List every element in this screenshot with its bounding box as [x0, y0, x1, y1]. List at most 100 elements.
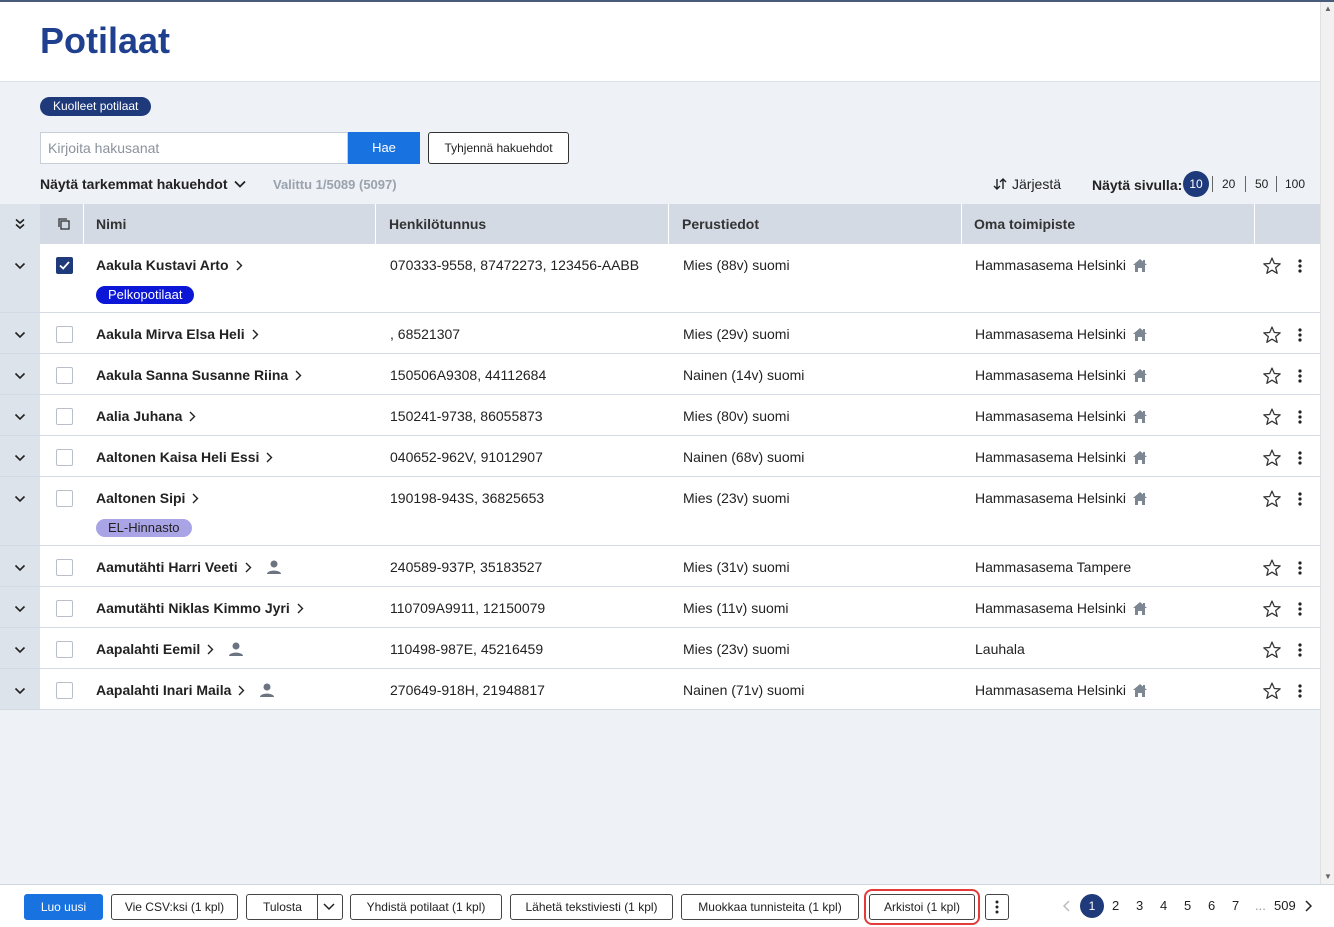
row-expand-button[interactable]: [0, 628, 40, 668]
table-row[interactable]: Aamutähti Niklas Kimmo Jyri 110709A9911, …: [0, 587, 1320, 628]
scroll-down-arrow-icon[interactable]: ▼: [1323, 872, 1333, 882]
prev-page-icon[interactable]: [1063, 900, 1071, 912]
column-header-office[interactable]: Oma toimipiste: [962, 204, 1255, 244]
row-expand-button[interactable]: [0, 587, 40, 627]
patient-name-link[interactable]: Aapalahti Eemil: [96, 641, 244, 657]
table-row[interactable]: Aalia Juhana 150241-9738, 86055873 Mies (8…: [0, 395, 1320, 436]
edit-tags-button[interactable]: Muokkaa tunnisteita (1 kpl): [681, 894, 859, 920]
row-more-icon[interactable]: [1294, 642, 1306, 658]
favorite-star-icon[interactable]: [1262, 489, 1282, 509]
favorite-star-icon[interactable]: [1262, 599, 1282, 619]
per-page-option-100[interactable]: 100: [1285, 177, 1305, 191]
vertical-scrollbar[interactable]: ▲ ▼: [1320, 2, 1334, 884]
patient-name-link[interactable]: Aaltonen Kaisa Heli Essi: [96, 449, 273, 465]
search-input[interactable]: [40, 132, 348, 164]
row-more-icon[interactable]: [1294, 491, 1306, 507]
page-last[interactable]: 509: [1274, 898, 1296, 913]
print-button[interactable]: Tulosta: [246, 894, 343, 920]
row-expand-button[interactable]: [0, 244, 40, 312]
row-expand-button[interactable]: [0, 395, 40, 435]
merge-patients-button[interactable]: Yhdistä potilaat (1 kpl): [350, 894, 502, 920]
favorite-star-icon[interactable]: [1262, 407, 1282, 427]
patient-name-link[interactable]: Aakula Kustavi Arto: [96, 257, 243, 273]
per-page-option-10[interactable]: 10: [1183, 171, 1209, 197]
sort-button[interactable]: Järjestä: [992, 176, 1061, 192]
row-expand-button[interactable]: [0, 354, 40, 394]
search-button[interactable]: Hae: [348, 132, 420, 164]
next-page-icon[interactable]: [1304, 900, 1312, 912]
export-csv-button[interactable]: Vie CSV:ksi (1 kpl): [111, 894, 238, 920]
favorite-star-icon[interactable]: [1262, 558, 1282, 578]
row-expand-button[interactable]: [0, 436, 40, 476]
favorite-star-icon[interactable]: [1262, 325, 1282, 345]
chevron-down-icon[interactable]: [323, 902, 335, 912]
row-checkbox[interactable]: [56, 326, 73, 343]
favorite-star-icon[interactable]: [1262, 681, 1282, 701]
table-row[interactable]: Aakula Kustavi Arto Pelkopotilaat 070333-9…: [0, 244, 1320, 313]
select-all-header[interactable]: [44, 204, 84, 244]
page-3[interactable]: 3: [1136, 898, 1143, 913]
page-7[interactable]: 7: [1232, 898, 1239, 913]
page-6[interactable]: 6: [1208, 898, 1215, 913]
page-4[interactable]: 4: [1160, 898, 1167, 913]
row-more-icon[interactable]: [1294, 327, 1306, 343]
patient-name-link[interactable]: Aalia Juhana: [96, 408, 196, 424]
table-row[interactable]: Aakula Sanna Susanne Riina 150506A9308, 4…: [0, 354, 1320, 395]
row-checkbox[interactable]: [56, 408, 73, 425]
column-header-basic[interactable]: Perustiedot: [670, 204, 962, 244]
table-row[interactable]: Aamutähti Harri Veeti 240589-937P, 351835…: [0, 546, 1320, 587]
per-page-option-50[interactable]: 50: [1255, 177, 1268, 191]
row-expand-button[interactable]: [0, 546, 40, 586]
archive-button[interactable]: Arkistoi (1 kpl): [864, 889, 980, 925]
favorite-star-icon[interactable]: [1262, 448, 1282, 468]
table-row[interactable]: Aakula Mirva Elsa Heli , 68521307 Mies (29…: [0, 313, 1320, 354]
row-more-icon[interactable]: [1294, 368, 1306, 384]
patient-name-link[interactable]: Aakula Sanna Susanne Riina: [96, 367, 302, 383]
patient-tag[interactable]: Pelkopotilaat: [96, 286, 195, 304]
page-2[interactable]: 2: [1112, 898, 1119, 913]
more-actions-button[interactable]: [985, 894, 1009, 920]
column-header-name[interactable]: Nimi: [84, 204, 376, 244]
patient-tag[interactable]: EL-Hinnasto: [96, 519, 192, 537]
patient-name-link[interactable]: Aapalahti Inari Maila: [96, 682, 275, 698]
patient-name-link[interactable]: Aamutähti Niklas Kimmo Jyri: [96, 600, 304, 616]
favorite-star-icon[interactable]: [1262, 640, 1282, 660]
row-more-icon[interactable]: [1294, 601, 1306, 617]
table-row[interactable]: Aapalahti Eemil 110498-987E, 45216459 Mies…: [0, 628, 1320, 669]
patient-name-link[interactable]: Aaltonen Sipi: [96, 490, 199, 506]
create-new-button[interactable]: Luo uusi: [24, 894, 103, 920]
row-expand-button[interactable]: [0, 313, 40, 353]
deceased-patients-chip[interactable]: Kuolleet potilaat: [40, 97, 152, 116]
advanced-filters-toggle[interactable]: Näytä tarkemmat hakuehdot: [40, 176, 246, 192]
scroll-up-arrow-icon[interactable]: ▲: [1323, 4, 1333, 14]
page-1[interactable]: 1: [1080, 894, 1104, 918]
table-row[interactable]: Aapalahti Inari Maila 270649-918H, 219488…: [0, 669, 1320, 710]
expand-all-button[interactable]: [0, 204, 40, 244]
row-checkbox[interactable]: [56, 367, 73, 384]
row-checkbox[interactable]: [56, 490, 73, 507]
row-expand-button[interactable]: [0, 477, 40, 545]
row-more-icon[interactable]: [1294, 450, 1306, 466]
patient-name-link[interactable]: Aamutähti Harri Veeti: [96, 559, 282, 575]
row-more-icon[interactable]: [1294, 560, 1306, 576]
row-checkbox[interactable]: [56, 641, 73, 658]
patient-name-link[interactable]: Aakula Mirva Elsa Heli: [96, 326, 259, 342]
table-row[interactable]: Aaltonen Kaisa Heli Essi 040652-962V, 910…: [0, 436, 1320, 477]
favorite-star-icon[interactable]: [1262, 366, 1282, 386]
clear-filters-button[interactable]: Tyhjennä hakuehdot: [428, 132, 569, 164]
table-row[interactable]: Aaltonen Sipi EL-Hinnasto 190198-943S, 368…: [0, 477, 1320, 546]
row-checkbox[interactable]: [56, 600, 73, 617]
row-checkbox[interactable]: [56, 559, 73, 576]
row-more-icon[interactable]: [1294, 258, 1306, 274]
row-checkbox[interactable]: [56, 682, 73, 699]
row-more-icon[interactable]: [1294, 683, 1306, 699]
send-sms-button[interactable]: Lähetä tekstiviesti (1 kpl): [510, 894, 673, 920]
row-checkbox[interactable]: [56, 449, 73, 466]
per-page-option-20[interactable]: 20: [1222, 177, 1235, 191]
favorite-star-icon[interactable]: [1262, 256, 1282, 276]
row-checkbox[interactable]: [56, 257, 73, 274]
column-header-hetu[interactable]: Henkilötunnus: [377, 204, 669, 244]
row-more-icon[interactable]: [1294, 409, 1306, 425]
page-5[interactable]: 5: [1184, 898, 1191, 913]
row-expand-button[interactable]: [0, 669, 40, 709]
